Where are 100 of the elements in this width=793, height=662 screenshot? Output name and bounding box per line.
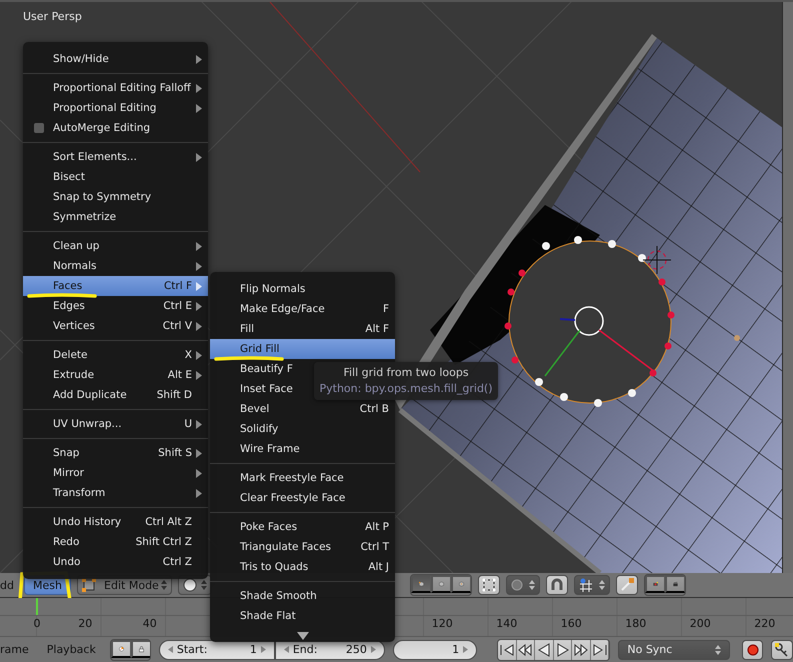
jump-to-start-button[interactable]: [498, 640, 517, 660]
menu-item[interactable]: Snap Shift S: [23, 443, 208, 463]
shortcut-text: Ctrl F: [164, 280, 192, 292]
menu-item[interactable]: Make Edge/Face F: [210, 299, 395, 319]
menu-item[interactable]: Bisect: [23, 167, 208, 187]
menu-item[interactable]: Mirror: [23, 463, 208, 483]
shortcut-text: Alt E: [168, 369, 192, 381]
menu-item[interactable]: Clean up: [23, 236, 208, 256]
ring-icon: [510, 579, 523, 591]
frame-number: 140: [495, 617, 518, 630]
snap-toggle[interactable]: [546, 575, 568, 595]
add-menu[interactable]: dd: [0, 578, 14, 592]
menu-item[interactable]: Proportional Editing Falloff: [23, 78, 208, 98]
record-button[interactable]: [742, 640, 764, 660]
occlude-button[interactable]: [478, 575, 500, 595]
menu-item[interactable]: Delete X: [23, 345, 208, 365]
menu-item[interactable]: Extrude Alt E: [23, 365, 208, 385]
menu-item[interactable]: Show/Hide: [23, 49, 208, 69]
auto-merge-button[interactable]: [616, 575, 638, 595]
shortcut-text: Ctrl E: [163, 300, 192, 312]
keyframe-button[interactable]: [771, 640, 793, 660]
next-keyframe-button[interactable]: [572, 640, 591, 660]
play-reverse-button[interactable]: [535, 640, 554, 660]
right-arrow-icon: [260, 646, 266, 653]
tooltip-text: Fill grid from two loops: [342, 365, 470, 381]
menu-item[interactable]: Undo Ctrl Z: [23, 552, 208, 572]
shortcut-text: Shift Ctrl Z: [136, 536, 192, 548]
menu-item[interactable]: Clear Freestyle Face: [210, 488, 395, 508]
menu-item[interactable]: Edges Ctrl E: [23, 296, 208, 316]
menu-item[interactable]: Proportional Editing: [23, 98, 208, 118]
select-mode-button[interactable]: [410, 575, 431, 593]
shortcut-text: Alt J: [368, 561, 389, 573]
menu-item[interactable]: AutoMerge Editing: [23, 118, 208, 138]
current-frame-line: [36, 598, 38, 615]
current-frame-field[interactable]: 1: [392, 640, 478, 660]
menu-item[interactable]: Shade Flat: [210, 606, 395, 626]
menu-item[interactable]: Redo Shift Ctrl Z: [23, 532, 208, 552]
grid-snap-icon: [578, 578, 593, 592]
frame-number: 40: [142, 617, 158, 630]
select-mode-button[interactable]: [450, 575, 471, 593]
view-label: User Persp: [23, 10, 82, 23]
menu-item[interactable]: Sort Elements...: [23, 147, 208, 167]
frame-number: 0: [32, 617, 42, 630]
shortcut-text: Ctrl V: [162, 320, 192, 332]
shortcut-text: U: [184, 418, 192, 430]
menu-item[interactable]: Vertices Ctrl V: [23, 316, 208, 336]
proportional-editing-dropdown[interactable]: [506, 575, 540, 595]
menu-item[interactable]: Tris to Quads Alt J: [210, 557, 395, 577]
frame-number: 120: [430, 617, 454, 630]
shortcut-text: Ctrl T: [360, 541, 389, 553]
select-mode-button[interactable]: [430, 575, 451, 593]
menu-item[interactable]: Triangulate Faces Ctrl T: [210, 537, 395, 557]
updown-icon: [200, 579, 207, 591]
frame-number: 200: [688, 617, 712, 630]
rewind-icon: [518, 642, 532, 656]
menu-item[interactable]: Transform: [23, 483, 208, 503]
frame-field[interactable]: Start: 1: [158, 640, 275, 660]
menu-item[interactable]: Flip Normals: [210, 279, 395, 299]
menu-item[interactable]: Wire Frame: [210, 439, 395, 459]
menu-item[interactable]: Add Duplicate Shift D: [23, 385, 208, 405]
render-image-button[interactable]: [644, 575, 665, 593]
menu-item[interactable]: Fill Alt F: [210, 319, 395, 339]
right-arrow-icon: [370, 646, 376, 653]
skip-end-icon: [592, 642, 607, 656]
snap-element-dropdown[interactable]: [574, 575, 610, 595]
record-icon: [746, 644, 759, 656]
menu-item[interactable]: Poke Faces Alt P: [210, 517, 395, 537]
checkbox[interactable]: [34, 123, 44, 133]
render-animation-button[interactable]: [664, 575, 685, 593]
selection-box-icon: [482, 578, 496, 592]
play-button[interactable]: [554, 640, 572, 660]
menu-item[interactable]: Normals: [23, 256, 208, 276]
frame-number: 220: [753, 617, 776, 630]
menu-item[interactable]: Bevel Ctrl B: [210, 399, 395, 419]
updown-icon: [714, 644, 721, 656]
jump-to-end-button[interactable]: [590, 640, 610, 660]
menu-item[interactable]: Mark Freestyle Face: [210, 468, 395, 488]
skip-start-icon: [500, 642, 514, 656]
playback-menu[interactable]: Playback: [46, 643, 96, 656]
shortcut-text: F: [382, 303, 389, 315]
left-arrow-icon: [168, 646, 173, 653]
left-arrow-icon: [284, 646, 289, 653]
shortcut-text: Shift D: [156, 389, 192, 401]
menu-item[interactable]: Undo History Ctrl Alt Z: [23, 512, 208, 532]
menu-item[interactable]: Solidify: [210, 419, 395, 439]
frame-menu[interactable]: rame: [0, 643, 29, 656]
frame-number: 160: [560, 617, 583, 630]
key-icon: [775, 642, 790, 656]
previous-keyframe-button[interactable]: [516, 640, 536, 660]
menu-item[interactable]: Snap to Symmetry: [23, 187, 208, 207]
menu-item[interactable]: Shade Smooth: [210, 586, 395, 606]
keying-button[interactable]: [110, 640, 131, 658]
menu-item[interactable]: UV Unwrap... U: [23, 414, 208, 434]
play-icon: [556, 642, 570, 656]
menu-item[interactable]: Faces Ctrl F: [23, 276, 208, 296]
lock-button[interactable]: [130, 640, 150, 658]
sync-dropdown[interactable]: No Sync: [618, 640, 730, 660]
shortcut-text: Alt F: [365, 323, 389, 335]
menu-item[interactable]: Grid Fill: [210, 339, 395, 359]
menu-item[interactable]: Symmetrize: [23, 207, 208, 227]
